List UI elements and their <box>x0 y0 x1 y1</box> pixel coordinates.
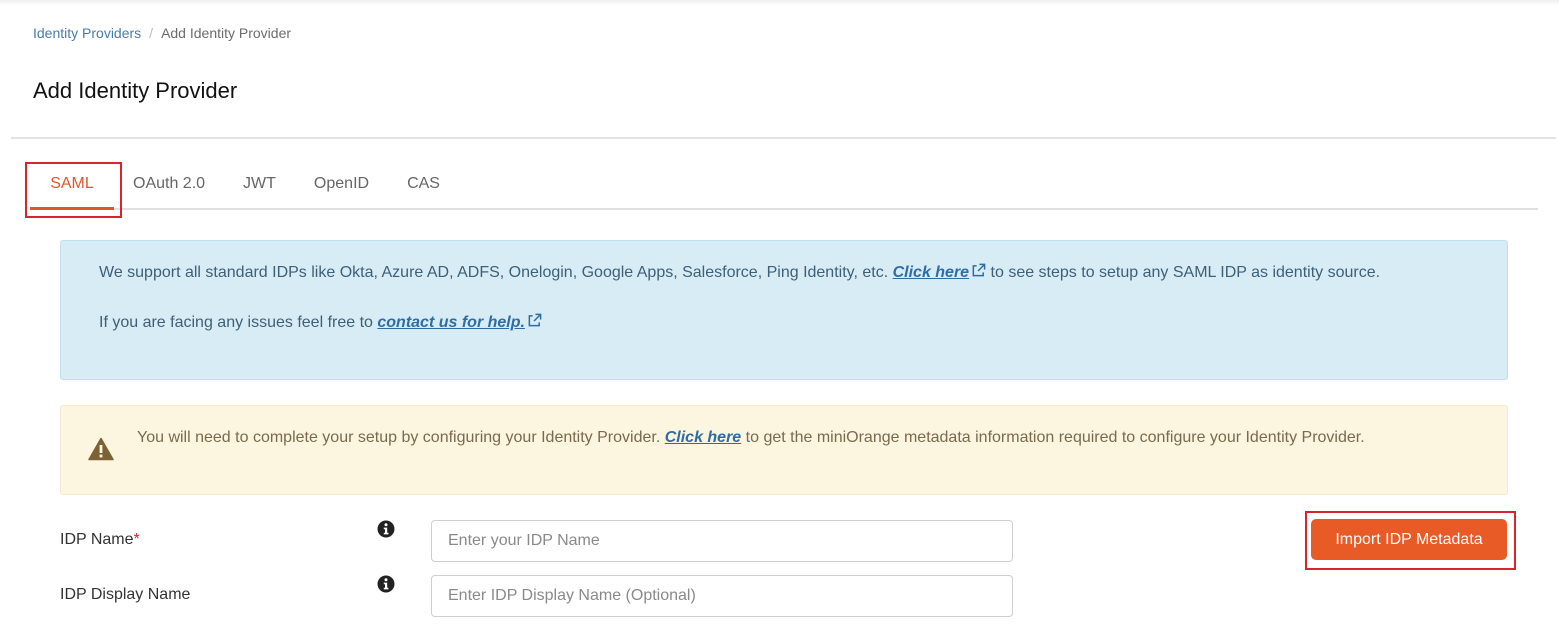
metadata-info-link[interactable]: Click here <box>665 429 741 446</box>
info-text-3: If you are facing any issues feel free t… <box>99 314 378 331</box>
breadcrumb-identity-providers-link[interactable]: Identity Providers <box>33 25 141 41</box>
tab-jwt[interactable]: JWT <box>224 160 295 208</box>
info-alert-line-2: If you are facing any issues feel free t… <box>99 310 1469 335</box>
contact-us-link-text: contact us for help. <box>377 314 525 331</box>
breadcrumb: Identity Providers / Add Identity Provid… <box>33 25 291 41</box>
top-shadow <box>0 0 1559 5</box>
warning-alert: You will need to complete your setup by … <box>60 405 1508 495</box>
protocol-tabs: SAML OAuth 2.0 JWT OpenID CAS <box>30 160 1538 210</box>
info-icon[interactable] <box>377 520 395 538</box>
breadcrumb-current: Add Identity Provider <box>161 25 292 41</box>
breadcrumb-separator: / <box>149 25 154 41</box>
info-text-1: We support all standard IDPs like Okta, … <box>99 264 893 281</box>
idp-name-label: IDP Name* <box>60 531 140 549</box>
header-divider <box>11 137 1556 139</box>
saml-steps-link[interactable]: Click here <box>892 263 986 281</box>
required-marker: * <box>133 531 140 548</box>
warning-text-1: You will need to complete your setup by … <box>137 429 665 446</box>
idp-display-name-input[interactable] <box>431 575 1013 617</box>
idp-name-label-text: IDP Name <box>60 531 134 548</box>
page-title: Add Identity Provider <box>33 78 238 103</box>
saml-steps-link-text: Click here <box>892 264 970 281</box>
info-alert: We support all standard IDPs like Okta, … <box>60 240 1508 380</box>
warning-text-2: to get the miniOrange metadata informati… <box>741 429 1365 446</box>
tab-saml[interactable]: SAML <box>30 160 114 210</box>
contact-us-link[interactable]: contact us for help. <box>377 313 542 331</box>
tab-openid[interactable]: OpenID <box>295 160 388 208</box>
external-link-icon <box>972 263 986 277</box>
external-link-icon <box>528 313 542 327</box>
tab-oauth2[interactable]: OAuth 2.0 <box>114 160 224 208</box>
info-text-2: to see steps to setup any SAML IDP as id… <box>986 264 1381 281</box>
info-icon[interactable] <box>377 575 395 593</box>
import-idp-metadata-button[interactable]: Import IDP Metadata <box>1311 519 1507 560</box>
idp-name-input[interactable] <box>431 520 1013 562</box>
tab-cas[interactable]: CAS <box>388 160 459 208</box>
warning-icon <box>88 437 114 461</box>
info-alert-line-1: We support all standard IDPs like Okta, … <box>99 260 1469 285</box>
idp-display-name-label: IDP Display Name <box>60 586 191 603</box>
